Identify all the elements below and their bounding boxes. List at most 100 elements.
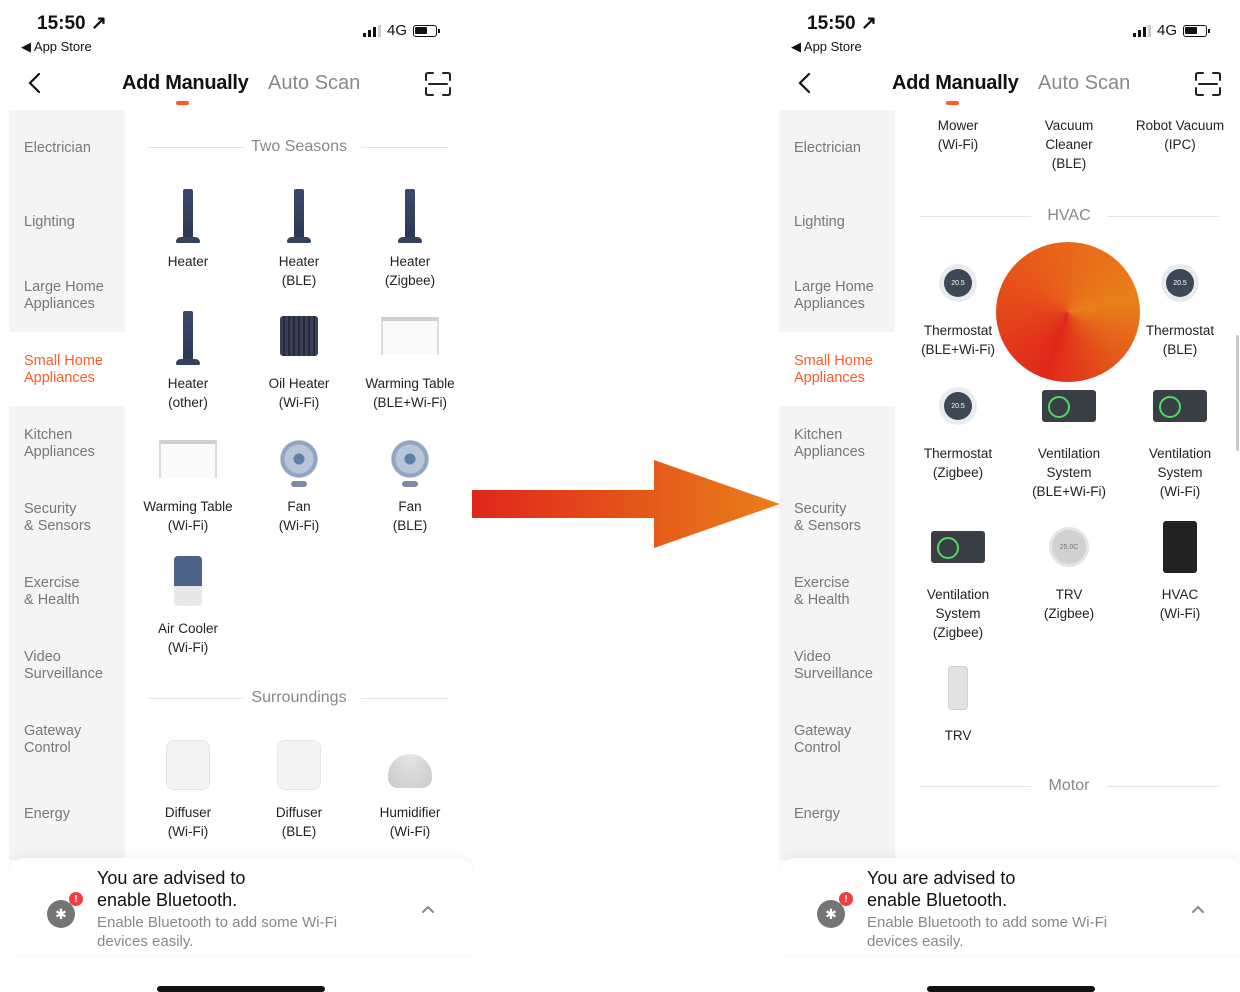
- cellular-signal-icon: [1132, 24, 1151, 37]
- signal-indicator: 4G: [1132, 22, 1210, 39]
- heater-icon: [287, 189, 311, 243]
- heater-icon: [176, 311, 200, 365]
- sidebar-item-large-home-appliances[interactable]: Large Home Appliances: [794, 279, 894, 313]
- device-thermostat-zigbee[interactable]: 20.5 Thermostat (Zigbee): [903, 374, 1013, 482]
- sidebar-item-small-home-appliances[interactable]: Small Home Appliances: [794, 353, 894, 387]
- bluetooth-banner[interactable]: ✱ ! You are advised to enable Bluetooth.…: [779, 858, 1240, 954]
- warming-table-icon: [159, 440, 217, 478]
- hvac-icon: [1163, 521, 1197, 573]
- humidifier-icon: [388, 754, 432, 788]
- sidebar-item-security-sensors[interactable]: Security & Sensors: [794, 501, 894, 535]
- scan-icon[interactable]: [425, 72, 451, 96]
- device-heater-zigbee[interactable]: Heater (Zigbee): [355, 182, 465, 290]
- device-fan-wifi[interactable]: Fan (Wi-Fi): [244, 427, 354, 535]
- sidebar-item-kitchen-appliances[interactable]: Kitchen Appliances: [24, 427, 124, 461]
- device-vacuum-cleaner-ble[interactable]: Vacuum Cleaner (BLE): [1014, 110, 1124, 173]
- sidebar-item-large-home-appliances[interactable]: Large Home Appliances: [24, 279, 124, 313]
- category-sidebar: Electrician Lighting Large Home Applianc…: [779, 110, 895, 860]
- chevron-up-icon[interactable]: [421, 904, 435, 914]
- signal-indicator: 4G: [362, 22, 440, 39]
- fan-icon: [280, 440, 318, 478]
- status-time: 15:50 ↗: [807, 13, 877, 34]
- sidebar-item-kitchen-appliances[interactable]: Kitchen Appliances: [794, 427, 894, 461]
- device-humidifier-wifi[interactable]: Humidifier (Wi-Fi): [355, 733, 465, 841]
- diffuser-icon: [277, 740, 321, 790]
- device-grid: Mower (Wi-Fi) Vacuum Cleaner (BLE) Robot…: [895, 110, 1240, 860]
- thermostat-icon: 20.5: [1161, 264, 1199, 302]
- section-header-two-seasons: Two Seasons: [149, 138, 449, 158]
- device-diffuser-wifi[interactable]: Diffuser (Wi-Fi): [133, 733, 243, 841]
- device-heater-other[interactable]: Heater (other): [133, 304, 243, 412]
- device-air-cooler-wifi[interactable]: Air Cooler (Wi-Fi): [133, 549, 243, 657]
- sidebar-item-small-home-appliances[interactable]: Small Home Appliances: [24, 353, 124, 387]
- device-warming-table-wifi[interactable]: Warming Table (Wi-Fi): [133, 427, 243, 535]
- back-chevron-icon[interactable]: [795, 72, 817, 94]
- sidebar-item-energy[interactable]: Energy: [24, 806, 124, 823]
- trv-valve-icon: [948, 666, 968, 710]
- sidebar-item-energy[interactable]: Energy: [794, 806, 894, 823]
- air-cooler-icon: [174, 556, 202, 606]
- sidebar-item-exercise-health[interactable]: Exercise & Health: [24, 575, 124, 609]
- thermostat-icon: 20.5: [939, 387, 977, 425]
- device-thermostat-wifi[interactable]: 20.5 Thermostat (Wi-Fi): [1014, 251, 1124, 359]
- top-nav: Add Manually Auto Scan: [9, 60, 473, 110]
- device-trv-zigbee[interactable]: 25.0C TRV (Zigbee): [1014, 515, 1124, 623]
- section-header-motor: Motor: [919, 777, 1219, 797]
- sidebar-item-lighting[interactable]: Lighting: [24, 214, 124, 231]
- battery-icon: [1183, 24, 1210, 37]
- tab-auto-scan[interactable]: Auto Scan: [1038, 72, 1130, 95]
- device-warming-table-ble-wifi[interactable]: Warming Table (BLE+Wi-Fi): [355, 304, 465, 412]
- alert-badge: !: [839, 892, 853, 906]
- scan-icon[interactable]: [1195, 72, 1221, 96]
- device-mower-wifi[interactable]: Mower (Wi-Fi): [903, 110, 1013, 154]
- device-heater[interactable]: Heater: [133, 182, 243, 271]
- heater-icon: [176, 189, 200, 243]
- device-fan-ble[interactable]: Fan (BLE): [355, 427, 465, 535]
- back-to-app-store[interactable]: ◀ App Store: [791, 39, 862, 55]
- device-ventilation-ble-wifi[interactable]: Ventilation System (BLE+Wi-Fi): [1014, 374, 1124, 501]
- chevron-up-icon[interactable]: [1191, 904, 1205, 914]
- ventilation-icon: [931, 531, 985, 563]
- device-trv[interactable]: TRV: [903, 656, 1013, 745]
- device-robot-vacuum-ipc[interactable]: Robot Vacuum (IPC): [1125, 110, 1235, 154]
- category-sidebar: Electrician Lighting Large Home Applianc…: [9, 110, 125, 860]
- thermostat-icon: 20.5: [1050, 264, 1088, 302]
- scrollbar[interactable]: [1236, 335, 1239, 451]
- section-header-surroundings: Surroundings: [149, 689, 449, 709]
- sidebar-item-exercise-health[interactable]: Exercise & Health: [794, 575, 894, 609]
- thermostat-icon: 20.5: [939, 264, 977, 302]
- section-header-hvac: HVAC: [919, 207, 1219, 227]
- bluetooth-title: You are advised to enable Bluetooth.: [97, 868, 246, 910]
- sidebar-item-gateway-control[interactable]: Gateway Control: [24, 723, 124, 757]
- device-heater-ble[interactable]: Heater (BLE): [244, 182, 354, 290]
- sidebar-item-electrician[interactable]: Electrician: [24, 140, 124, 157]
- tab-add-manually[interactable]: Add Manually: [892, 72, 1019, 95]
- sidebar-item-lighting[interactable]: Lighting: [794, 214, 894, 231]
- heater-icon: [398, 189, 422, 243]
- status-time: 15:50 ↗: [37, 13, 107, 34]
- device-ventilation-wifi[interactable]: Ventilation System (Wi-Fi): [1125, 374, 1235, 501]
- sidebar-item-gateway-control[interactable]: Gateway Control: [794, 723, 894, 757]
- tab-add-manually[interactable]: Add Manually: [122, 72, 249, 95]
- sidebar-item-electrician[interactable]: Electrician: [794, 140, 894, 157]
- sidebar-item-security-sensors[interactable]: Security & Sensors: [24, 501, 124, 535]
- sidebar-item-video-surveillance[interactable]: Video Surveillance: [794, 649, 894, 683]
- device-thermostat-ble[interactable]: 20.5 Thermostat (BLE): [1125, 251, 1235, 359]
- network-type: 4G: [386, 22, 407, 39]
- device-thermostat-ble-wifi[interactable]: 20.5 Thermostat (BLE+Wi-Fi): [903, 251, 1013, 359]
- bluetooth-banner[interactable]: ✱ ! You are advised to enable Bluetooth.…: [9, 858, 473, 954]
- left-phone-screen: 15:50 ↗ ◀ App Store 4G Add Manually Auto…: [9, 0, 473, 992]
- device-oil-heater-wifi[interactable]: Oil Heater (Wi-Fi): [244, 304, 354, 412]
- bluetooth-subtitle: Enable Bluetooth to add some Wi-Fi devic…: [97, 914, 338, 950]
- bluetooth-subtitle: Enable Bluetooth to add some Wi-Fi devic…: [867, 914, 1108, 950]
- device-diffuser-ble[interactable]: Diffuser (BLE): [244, 733, 354, 841]
- device-grid: Two Seasons Heater Heater (BLE) Heater (…: [125, 110, 473, 860]
- device-hvac-wifi[interactable]: HVAC (Wi-Fi): [1125, 515, 1235, 623]
- device-ventilation-zigbee[interactable]: Ventilation System (Zigbee): [903, 515, 1013, 642]
- network-type: 4G: [1156, 22, 1177, 39]
- tab-auto-scan[interactable]: Auto Scan: [268, 72, 360, 95]
- back-to-app-store[interactable]: ◀ App Store: [21, 39, 92, 55]
- battery-icon: [413, 24, 440, 37]
- sidebar-item-video-surveillance[interactable]: Video Surveillance: [24, 649, 124, 683]
- back-chevron-icon[interactable]: [25, 72, 47, 94]
